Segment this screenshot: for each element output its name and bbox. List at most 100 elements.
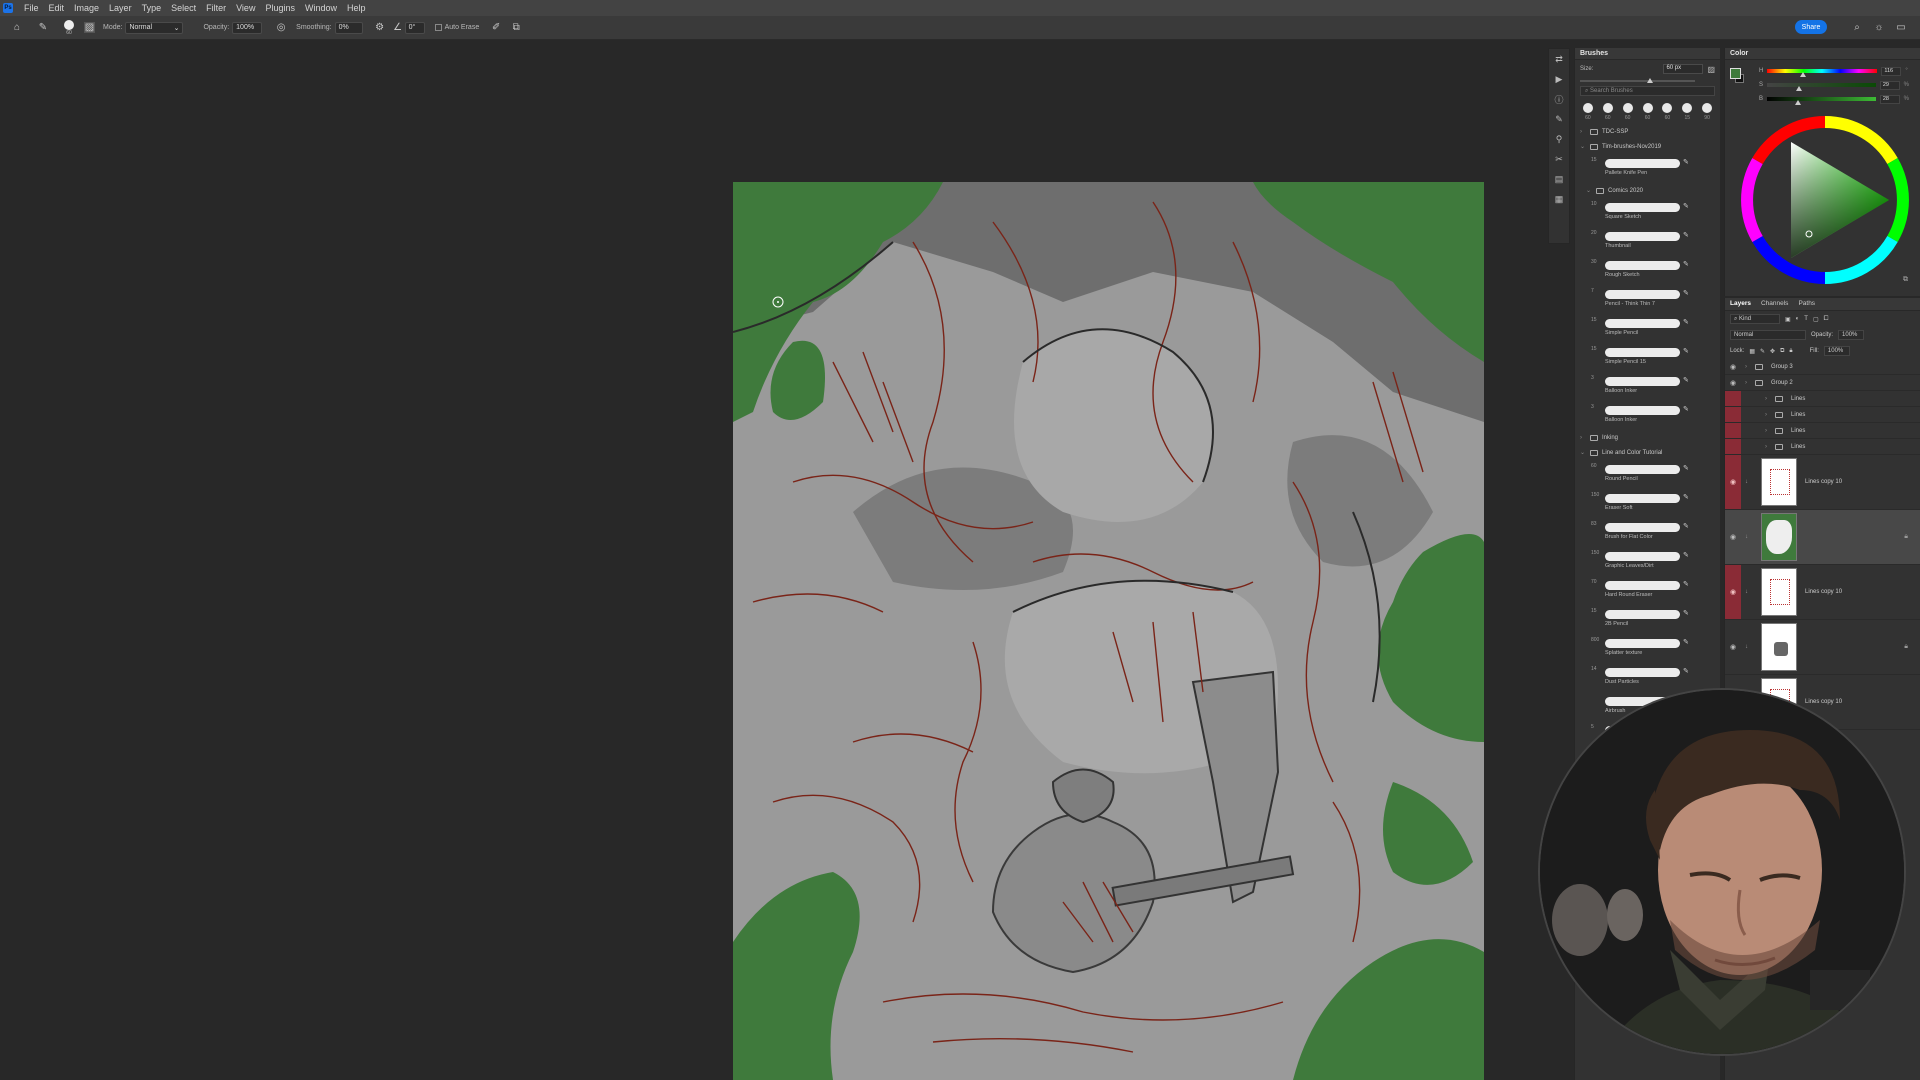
- brush-tool-icon[interactable]: ✎: [36, 21, 50, 35]
- brush-group[interactable]: ⌄ Comics 2020: [1575, 183, 1720, 198]
- brush-edit-icon[interactable]: ✎: [1683, 202, 1689, 210]
- menu-edit[interactable]: Edit: [44, 3, 70, 13]
- layer-row[interactable]: ◉ › Group 2: [1725, 375, 1920, 391]
- filter-adjustment-icon[interactable]: ◐: [1796, 316, 1800, 322]
- chevron-down-icon[interactable]: ⌄: [1586, 187, 1592, 194]
- layer-row[interactable]: ◉ ↓ 🔒︎: [1725, 510, 1920, 565]
- brush-group[interactable]: ⌄ Line and Color Tutorial: [1575, 445, 1720, 460]
- menu-file[interactable]: File: [19, 3, 44, 13]
- brush-edit-icon[interactable]: ✎: [1683, 667, 1689, 675]
- brush-item[interactable]: 3 Balloon Inker ✎: [1575, 401, 1720, 430]
- brush-preset-5[interactable]: 15: [1679, 103, 1695, 121]
- brush-item[interactable]: 15 2B Pencil ✎: [1575, 605, 1720, 634]
- brush-preset-1[interactable]: 60: [1600, 103, 1616, 121]
- menu-layer[interactable]: Layer: [104, 3, 137, 13]
- eye-icon[interactable]: ◉: [1725, 363, 1741, 371]
- layer-row[interactable]: ◉ ↓ Lines copy 10: [1725, 565, 1920, 620]
- menu-image[interactable]: Image: [69, 3, 104, 13]
- document-canvas[interactable]: [733, 182, 1484, 1080]
- brush-item[interactable]: 3 Balloon Inker ✎: [1575, 372, 1720, 401]
- brush-edit-icon[interactable]: ✎: [1683, 347, 1689, 355]
- brush-preset-4[interactable]: 60: [1659, 103, 1675, 121]
- tab-paths[interactable]: Paths: [1798, 300, 1815, 308]
- brush-panel-icon[interactable]: ✎: [1553, 113, 1565, 125]
- chevron-right-icon[interactable]: ›: [1580, 435, 1586, 441]
- brush-item[interactable]: 15 Simple Pencil 15 ✎: [1575, 343, 1720, 372]
- opacity-field[interactable]: 100%: [232, 21, 263, 34]
- brush-edit-icon[interactable]: ✎: [1683, 464, 1689, 472]
- hue-value[interactable]: 116: [1881, 66, 1902, 76]
- eye-icon[interactable]: ◉: [1725, 533, 1741, 541]
- layer-row[interactable]: ◉ ↓ Lines copy 10: [1725, 455, 1920, 510]
- search-icon[interactable]: ⌕: [1850, 20, 1864, 34]
- chevron-right-icon[interactable]: ›: [1765, 412, 1771, 418]
- layer-comps-icon[interactable]: ▤: [1553, 173, 1565, 185]
- layer-thumbnail[interactable]: [1761, 623, 1797, 671]
- brush-item[interactable]: 15 Simple Pencil ✎: [1575, 314, 1720, 343]
- foreground-color-swatch[interactable]: [1730, 68, 1741, 79]
- brush-preset-3[interactable]: 60: [1640, 103, 1656, 121]
- layer-color-label[interactable]: [1725, 439, 1741, 454]
- share-button[interactable]: Share: [1795, 20, 1827, 34]
- chevron-right-icon[interactable]: ›: [1765, 444, 1771, 450]
- hue-slider-thumb[interactable]: [1799, 72, 1806, 77]
- brush-item[interactable]: 800 Splatter texture ✎: [1575, 634, 1720, 663]
- lock-all-icon[interactable]: 🔒︎: [1789, 348, 1792, 355]
- chevron-right-icon[interactable]: ›: [1765, 428, 1771, 434]
- brush-item[interactable]: 60 Round Pencil ✎: [1575, 460, 1720, 489]
- lock-transparency-icon[interactable]: ▦: [1749, 348, 1755, 355]
- brush-edit-icon[interactable]: ✎: [1683, 158, 1689, 166]
- brush-settings-icon[interactable]: ▨: [84, 22, 95, 33]
- menu-filter[interactable]: Filter: [201, 3, 231, 13]
- hue-slider[interactable]: [1767, 69, 1878, 77]
- brush-group[interactable]: ⌄ Tim-brushes-Nov2019: [1575, 139, 1720, 154]
- brush-edit-icon[interactable]: ✎: [1683, 493, 1689, 501]
- brush-edit-icon[interactable]: ✎: [1683, 260, 1689, 268]
- chevron-right-icon[interactable]: ›: [1745, 364, 1751, 370]
- chevron-right-icon[interactable]: ›: [1745, 380, 1751, 386]
- gear-icon[interactable]: ⚙: [373, 21, 387, 35]
- brush-preset-6[interactable]: 90: [1699, 103, 1715, 121]
- app-logo-icon[interactable]: Ps: [3, 3, 13, 13]
- brush-group[interactable]: › Inking: [1575, 430, 1720, 445]
- filter-pixel-icon[interactable]: ▣: [1785, 316, 1791, 323]
- layer-row[interactable]: ◉ ↓ 🔒︎: [1725, 620, 1920, 675]
- layer-filter-kind[interactable]: ⌕ Kind: [1730, 314, 1780, 324]
- clone-source-icon[interactable]: ⚲: [1553, 133, 1565, 145]
- layer-color-label[interactable]: [1725, 391, 1741, 406]
- lightbulb-icon[interactable]: ☼: [1872, 20, 1886, 34]
- brush-edit-icon[interactable]: ✎: [1683, 638, 1689, 646]
- eye-icon[interactable]: ◉: [1725, 379, 1741, 387]
- brush-edit-icon[interactable]: ✎: [1683, 231, 1689, 239]
- brush-edit-icon[interactable]: ✎: [1683, 551, 1689, 559]
- brush-item[interactable]: 70 Hard Round Eraser ✎: [1575, 576, 1720, 605]
- layer-color-label[interactable]: [1725, 407, 1741, 422]
- menu-view[interactable]: View: [231, 3, 260, 13]
- layer-row[interactable]: › Lines: [1725, 407, 1920, 423]
- pressure-size-icon[interactable]: ✐: [489, 21, 503, 35]
- lock-artboard-icon[interactable]: ⧉: [1780, 348, 1784, 355]
- chevron-down-icon[interactable]: ⌄: [1580, 449, 1586, 456]
- tab-layers[interactable]: Layers: [1730, 300, 1751, 308]
- tool-presets-icon[interactable]: ✂: [1553, 153, 1565, 165]
- filter-smart-icon[interactable]: ⧠: [1824, 316, 1829, 323]
- brush-edit-icon[interactable]: ✎: [1683, 289, 1689, 297]
- symmetry-icon[interactable]: ⧉: [509, 21, 523, 35]
- chevron-right-icon[interactable]: ›: [1580, 129, 1586, 135]
- color-tab[interactable]: Color: [1725, 48, 1920, 60]
- eye-icon[interactable]: ◉: [1725, 643, 1741, 651]
- actions-play-icon[interactable]: ▶: [1553, 73, 1565, 85]
- blend-mode-select[interactable]: Normal: [1730, 330, 1806, 340]
- brush-settings-icon[interactable]: ▨: [1707, 65, 1715, 74]
- brightness-slider[interactable]: [1767, 97, 1876, 105]
- history-icon[interactable]: ⇄: [1553, 53, 1565, 65]
- layer-opacity-field[interactable]: 100%: [1838, 330, 1865, 340]
- layer-row[interactable]: ◉ › Group 3: [1725, 359, 1920, 375]
- layer-row[interactable]: › Lines: [1725, 391, 1920, 407]
- angle-field[interactable]: 0°: [404, 21, 425, 34]
- fill-field[interactable]: 100%: [1823, 346, 1850, 356]
- brush-preset-2[interactable]: 60: [1620, 103, 1636, 121]
- smoothing-field[interactable]: 0%: [334, 21, 363, 34]
- chevron-down-icon[interactable]: ⌄: [1580, 143, 1586, 150]
- brush-item[interactable]: 83 Brush for Flat Color ✎: [1575, 518, 1720, 547]
